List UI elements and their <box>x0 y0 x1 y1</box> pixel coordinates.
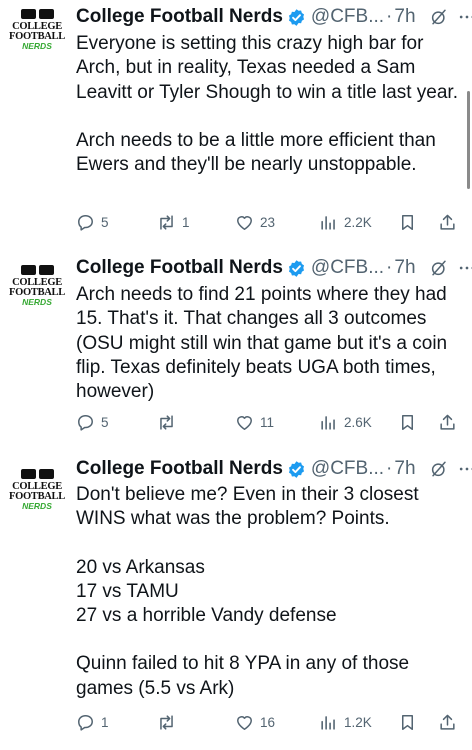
tweet-paragraph: Arch needs to find 21 points where they … <box>76 284 453 403</box>
more-options-icon[interactable] <box>457 7 472 27</box>
avatar[interactable]: COLLEGE FOOTBALL NERDS <box>7 462 67 522</box>
scrollbar[interactable] <box>467 91 470 189</box>
repost-icon <box>160 414 173 430</box>
like-count: 11 <box>260 414 275 430</box>
display-name[interactable]: College Football Nerds <box>76 257 283 279</box>
like-button[interactable]: 11 <box>235 410 274 434</box>
share-icon <box>440 414 455 430</box>
heart-icon <box>237 715 252 730</box>
tweet-paragraph: Everyone is setting this crazy high bar … <box>76 33 458 103</box>
bookmark-icon <box>401 714 414 730</box>
verified-badge-icon <box>288 259 304 277</box>
timestamp[interactable]: 7h <box>394 458 415 480</box>
glasses-icon <box>20 469 54 479</box>
share-icon <box>440 214 455 230</box>
tweet-text: Don't believe me? Even in their 3 closes… <box>76 483 466 701</box>
tweet-1[interactable]: COLLEGE FOOTBALL NERDS College Football … <box>0 0 472 248</box>
like-count: 23 <box>260 214 276 230</box>
tweet-header: College Football Nerds @CFB... · 7h <box>76 4 472 30</box>
timestamp[interactable]: 7h <box>394 257 415 279</box>
grok-icon[interactable] <box>430 460 448 478</box>
tweet-header: College Football Nerds @CFB... · 7h <box>76 456 472 482</box>
tweet-text: Everyone is setting this crazy high bar … <box>76 32 466 177</box>
views-count: 1.2K <box>344 714 372 730</box>
verified-badge-icon <box>288 8 304 26</box>
reply-icon <box>78 214 93 231</box>
views-button[interactable]: 2.2K <box>319 210 372 234</box>
glasses-icon <box>20 9 54 19</box>
grok-icon[interactable] <box>430 259 448 277</box>
action-bar: 5 1 23 2.2K <box>76 210 472 234</box>
share-button[interactable] <box>438 210 457 234</box>
repost-button[interactable] <box>157 710 182 734</box>
tweet-text: Arch needs to find 21 points where they … <box>76 283 466 404</box>
reply-button[interactable]: 1 <box>76 710 109 734</box>
bookmark-button[interactable] <box>398 210 417 234</box>
more-options-icon[interactable] <box>457 459 472 479</box>
handle[interactable]: @CFB... <box>311 458 384 480</box>
tweet-3[interactable]: COLLEGE FOOTBALL NERDS College Football … <box>0 456 472 750</box>
reply-count: 1 <box>101 714 109 730</box>
tweet-paragraph: Quinn failed to hit 8 YPA in any of thos… <box>76 653 415 699</box>
heart-icon <box>237 215 252 230</box>
more-options-icon[interactable] <box>457 258 472 278</box>
avatar-text-nerds: NERDS <box>22 501 52 511</box>
reply-count: 5 <box>101 414 109 430</box>
repost-icon <box>160 214 173 230</box>
reply-count: 5 <box>101 214 109 230</box>
views-icon <box>321 215 335 230</box>
handle[interactable]: @CFB... <box>311 6 384 28</box>
reply-icon <box>78 714 93 731</box>
verified-badge-icon <box>288 460 304 478</box>
display-name[interactable]: College Football Nerds <box>76 6 283 28</box>
repost-count: 1 <box>182 214 190 230</box>
bookmark-button[interactable] <box>398 410 417 434</box>
avatar-text-nerds: NERDS <box>22 297 52 307</box>
glasses-icon <box>20 265 54 275</box>
tweet-paragraph: Don't believe me? Even in their 3 closes… <box>76 484 424 530</box>
action-bar: 1 16 1.2K <box>76 710 472 734</box>
separator-dot: · <box>386 458 393 479</box>
handle[interactable]: @CFB... <box>311 257 384 279</box>
views-button[interactable]: 1.2K <box>319 710 372 734</box>
views-button[interactable]: 2.6K <box>319 410 372 434</box>
views-icon <box>321 715 335 730</box>
reply-button[interactable]: 5 <box>76 410 109 434</box>
timestamp[interactable]: 7h <box>394 6 415 28</box>
tweet-header: College Football Nerds @CFB... · 7h <box>76 255 472 281</box>
tweet-2[interactable]: COLLEGE FOOTBALL NERDS College Football … <box>0 248 472 456</box>
share-icon <box>440 714 455 730</box>
share-button[interactable] <box>438 710 457 734</box>
tweet-paragraph: 20 vs Arkansas 17 vs TAMU 27 vs a horrib… <box>76 556 337 627</box>
heart-icon <box>237 415 252 430</box>
repost-button[interactable] <box>157 410 182 434</box>
bookmark-button[interactable] <box>398 710 417 734</box>
share-button[interactable] <box>438 410 457 434</box>
bookmark-icon <box>401 214 414 230</box>
reply-icon <box>78 414 93 431</box>
tweet-paragraph: Arch needs to be a little more efficient… <box>76 129 442 176</box>
repost-icon <box>160 714 173 730</box>
views-count: 2.6K <box>344 414 372 430</box>
like-count: 16 <box>260 714 276 730</box>
avatar[interactable]: COLLEGE FOOTBALL NERDS <box>7 258 67 318</box>
bookmark-icon <box>401 414 414 430</box>
separator-dot: · <box>386 6 393 27</box>
like-button[interactable]: 16 <box>235 710 275 734</box>
reply-button[interactable]: 5 <box>76 210 109 234</box>
display-name[interactable]: College Football Nerds <box>76 458 283 480</box>
like-button[interactable]: 23 <box>235 210 275 234</box>
views-count: 2.2K <box>344 214 372 230</box>
views-icon <box>321 415 335 430</box>
avatar-text-nerds: NERDS <box>22 41 52 51</box>
separator-dot: · <box>386 257 393 278</box>
action-bar: 5 11 2.6K <box>76 410 472 434</box>
repost-button[interactable]: 1 <box>157 210 190 234</box>
grok-icon[interactable] <box>430 8 448 26</box>
avatar[interactable]: COLLEGE FOOTBALL NERDS <box>7 2 67 62</box>
